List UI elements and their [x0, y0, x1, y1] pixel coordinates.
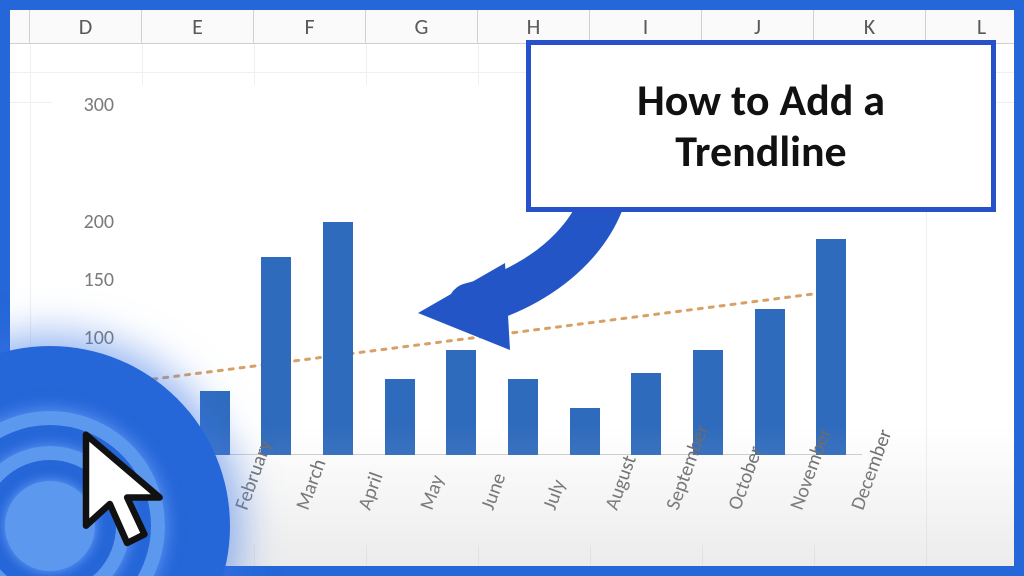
bar [446, 350, 476, 455]
x-tick-label: June [476, 470, 511, 513]
bar [508, 379, 538, 455]
x-tick-label: March [291, 456, 331, 513]
column-header-row: D E F G H I J K L [10, 10, 1014, 44]
cursor-icon [70, 426, 180, 556]
x-tick-label: April [353, 469, 389, 513]
x-tick-label: August [600, 452, 642, 513]
y-tick-label: 300 [84, 93, 114, 117]
bar [261, 257, 291, 455]
column-header[interactable]: G [366, 10, 478, 44]
thumbnail-frame: D E F G H I J K L 050100150200300 Januar… [0, 0, 1024, 576]
callout-text: How to Add a Trendline [549, 75, 973, 176]
column-header[interactable]: H [478, 10, 590, 44]
bar [755, 309, 785, 455]
column-header[interactable]: I [590, 10, 702, 44]
bar [323, 222, 353, 455]
x-tick-label: July [538, 476, 571, 513]
x-tick-label: May [415, 472, 450, 513]
column-header-gutter [10, 10, 30, 44]
y-tick-label: 100 [84, 326, 114, 350]
bar [570, 408, 600, 455]
title-callout: How to Add a Trendline [526, 40, 996, 212]
column-header[interactable]: L [926, 10, 1014, 44]
column-header[interactable]: K [814, 10, 926, 44]
x-axis: JanuaryFebruaryMarchAprilMayJuneJulyAugu… [122, 455, 862, 545]
bar [385, 379, 415, 455]
column-header[interactable]: J [702, 10, 814, 44]
column-header[interactable]: E [142, 10, 254, 44]
y-tick-label: 200 [84, 210, 114, 234]
column-header[interactable]: D [30, 10, 142, 44]
y-tick-label: 150 [84, 268, 114, 292]
column-header[interactable]: F [254, 10, 366, 44]
bar [816, 239, 846, 455]
bar [631, 373, 661, 455]
